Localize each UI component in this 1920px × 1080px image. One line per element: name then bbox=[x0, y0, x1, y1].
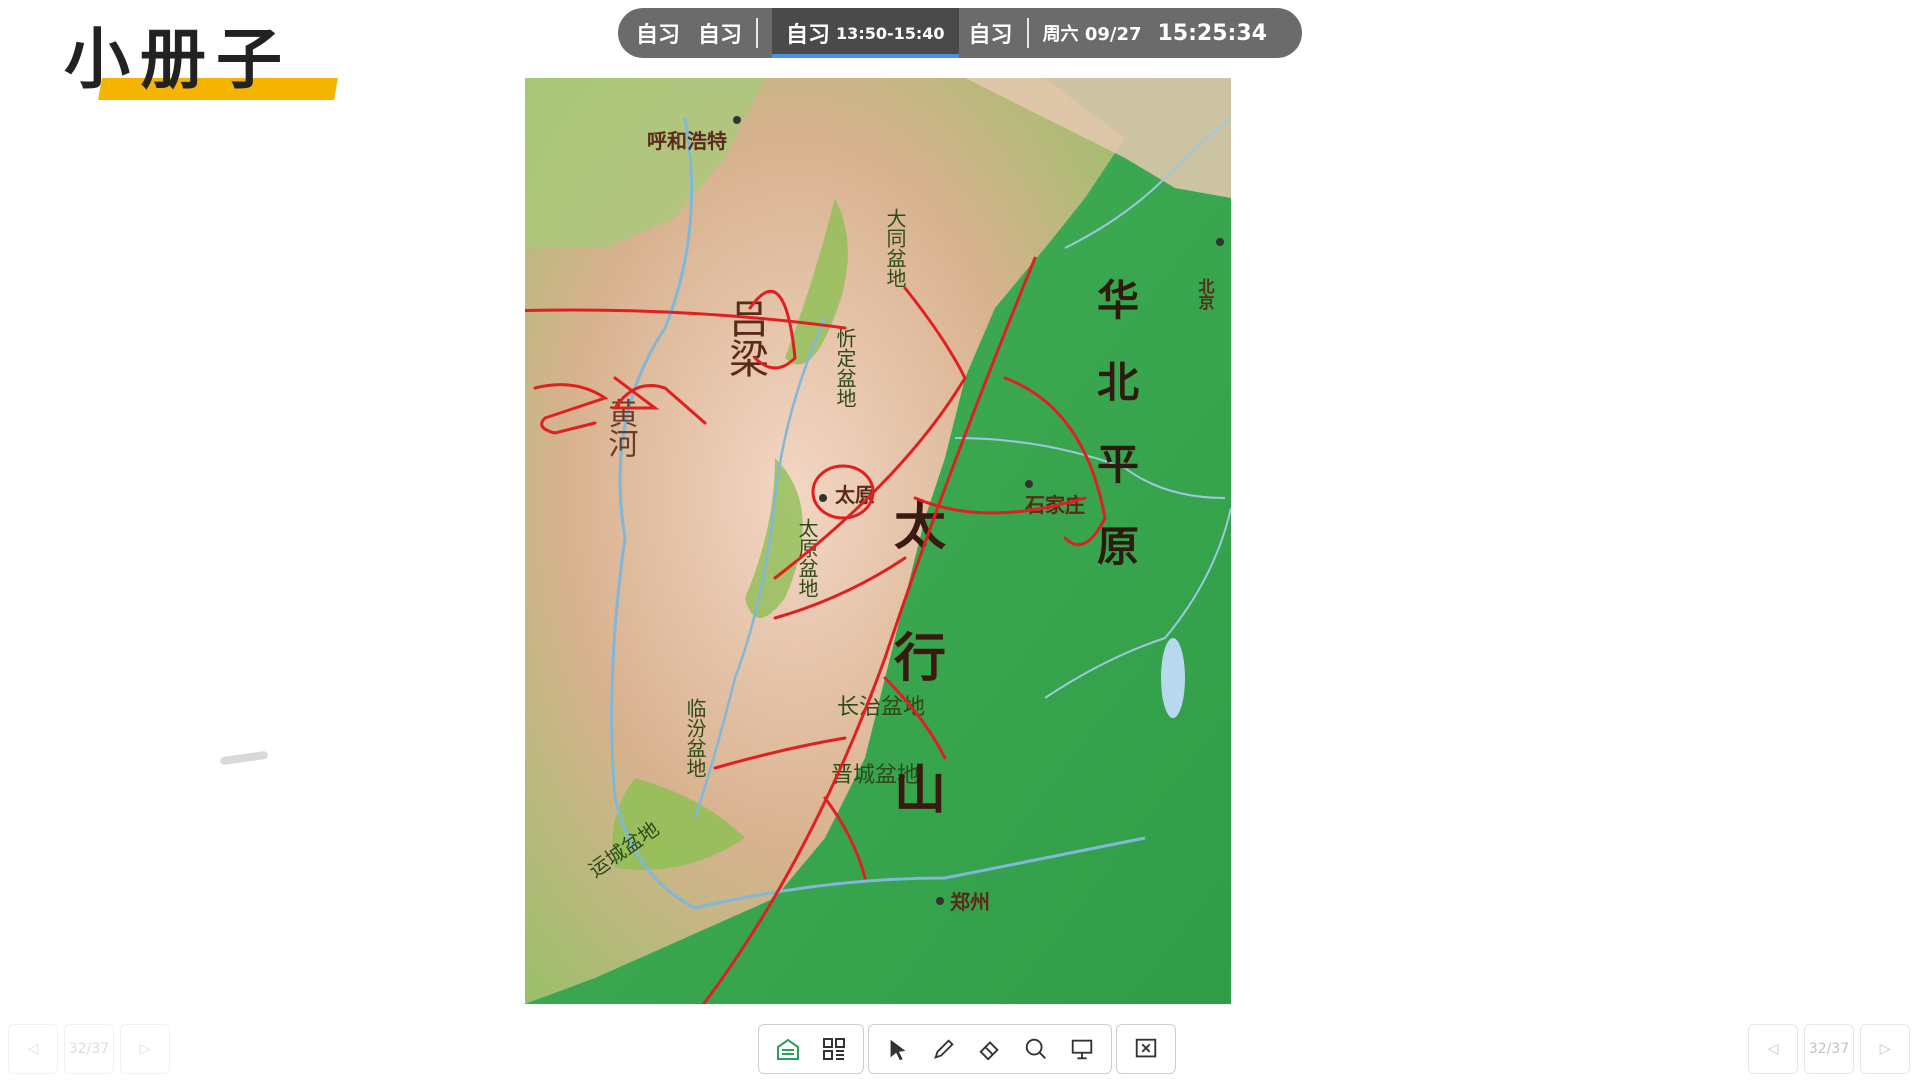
relief-map: 呼和浩特 北京 太原 石家庄 郑州 大同盆地 忻定盆地 太原盆地 长治盆地 晋城… bbox=[525, 78, 1231, 1004]
exit-icon[interactable] bbox=[1123, 1026, 1169, 1072]
pen-smudge bbox=[219, 750, 269, 766]
page-nav-left: ◁ 32/37 ▷ bbox=[8, 1024, 170, 1074]
schedule-active-time: 13:50-15:40 bbox=[836, 23, 945, 43]
schedule-active-period: 自习 13:50-15:40 bbox=[772, 8, 959, 58]
toolbar-group-left bbox=[758, 1024, 864, 1074]
toolbar-group-right bbox=[1116, 1024, 1176, 1074]
next-page-icon[interactable]: ▷ bbox=[1860, 1024, 1910, 1074]
schedule-date: 周六 09/27 bbox=[1042, 24, 1142, 45]
toolbar-group-tools bbox=[868, 1024, 1112, 1074]
label-hohhot: 呼和浩特 bbox=[647, 129, 727, 153]
whiteboard-icon[interactable] bbox=[765, 1026, 811, 1072]
label-datong-basin: 大同盆地 bbox=[883, 208, 907, 288]
next-page-icon[interactable]: ▷ bbox=[120, 1024, 170, 1074]
schedule-item: 自习 bbox=[968, 23, 1013, 48]
schedule-item: 自习 bbox=[698, 23, 743, 48]
label-huabei-plain: 华北平原 bbox=[1091, 278, 1140, 606]
apps-icon[interactable] bbox=[811, 1026, 857, 1072]
page-indicator: 32/37 bbox=[1804, 1024, 1854, 1074]
label-zhengzhou: 郑州 bbox=[950, 890, 990, 914]
page-indicator-left: 32/37 bbox=[64, 1024, 114, 1074]
label-linfen-basin: 临汾盆地 bbox=[683, 698, 707, 778]
schedule-active-label: 自习 bbox=[786, 23, 831, 48]
label-xinding-basin: 忻定盆地 bbox=[833, 328, 857, 408]
schedule-divider bbox=[1026, 18, 1029, 48]
label-beijing: 北京 bbox=[1196, 278, 1215, 311]
page-title: 小册子 bbox=[64, 21, 292, 98]
bottom-toolbar bbox=[758, 1024, 1176, 1076]
schedule-clock: 15:25:34 bbox=[1157, 20, 1267, 46]
search-icon[interactable] bbox=[1013, 1026, 1059, 1072]
pointer-icon[interactable] bbox=[875, 1026, 921, 1072]
screen-icon[interactable] bbox=[1059, 1026, 1105, 1072]
schedule-divider bbox=[756, 18, 759, 48]
prev-page-icon[interactable]: ◁ bbox=[8, 1024, 58, 1074]
pen-icon[interactable] bbox=[921, 1026, 967, 1072]
label-lvliang: 吕梁 bbox=[722, 298, 768, 378]
schedule-item: 自习 bbox=[636, 23, 681, 48]
label-taihang: 太行山 bbox=[885, 498, 946, 894]
eraser-icon[interactable] bbox=[967, 1026, 1013, 1072]
page-nav-right: ◁ 32/37 ▷ bbox=[1748, 1024, 1910, 1074]
schedule-bar: 自习 自习 自习 13:50-15:40 自习 周六 09/27 15:25:3… bbox=[618, 8, 1302, 58]
prev-page-icon[interactable]: ◁ bbox=[1748, 1024, 1798, 1074]
